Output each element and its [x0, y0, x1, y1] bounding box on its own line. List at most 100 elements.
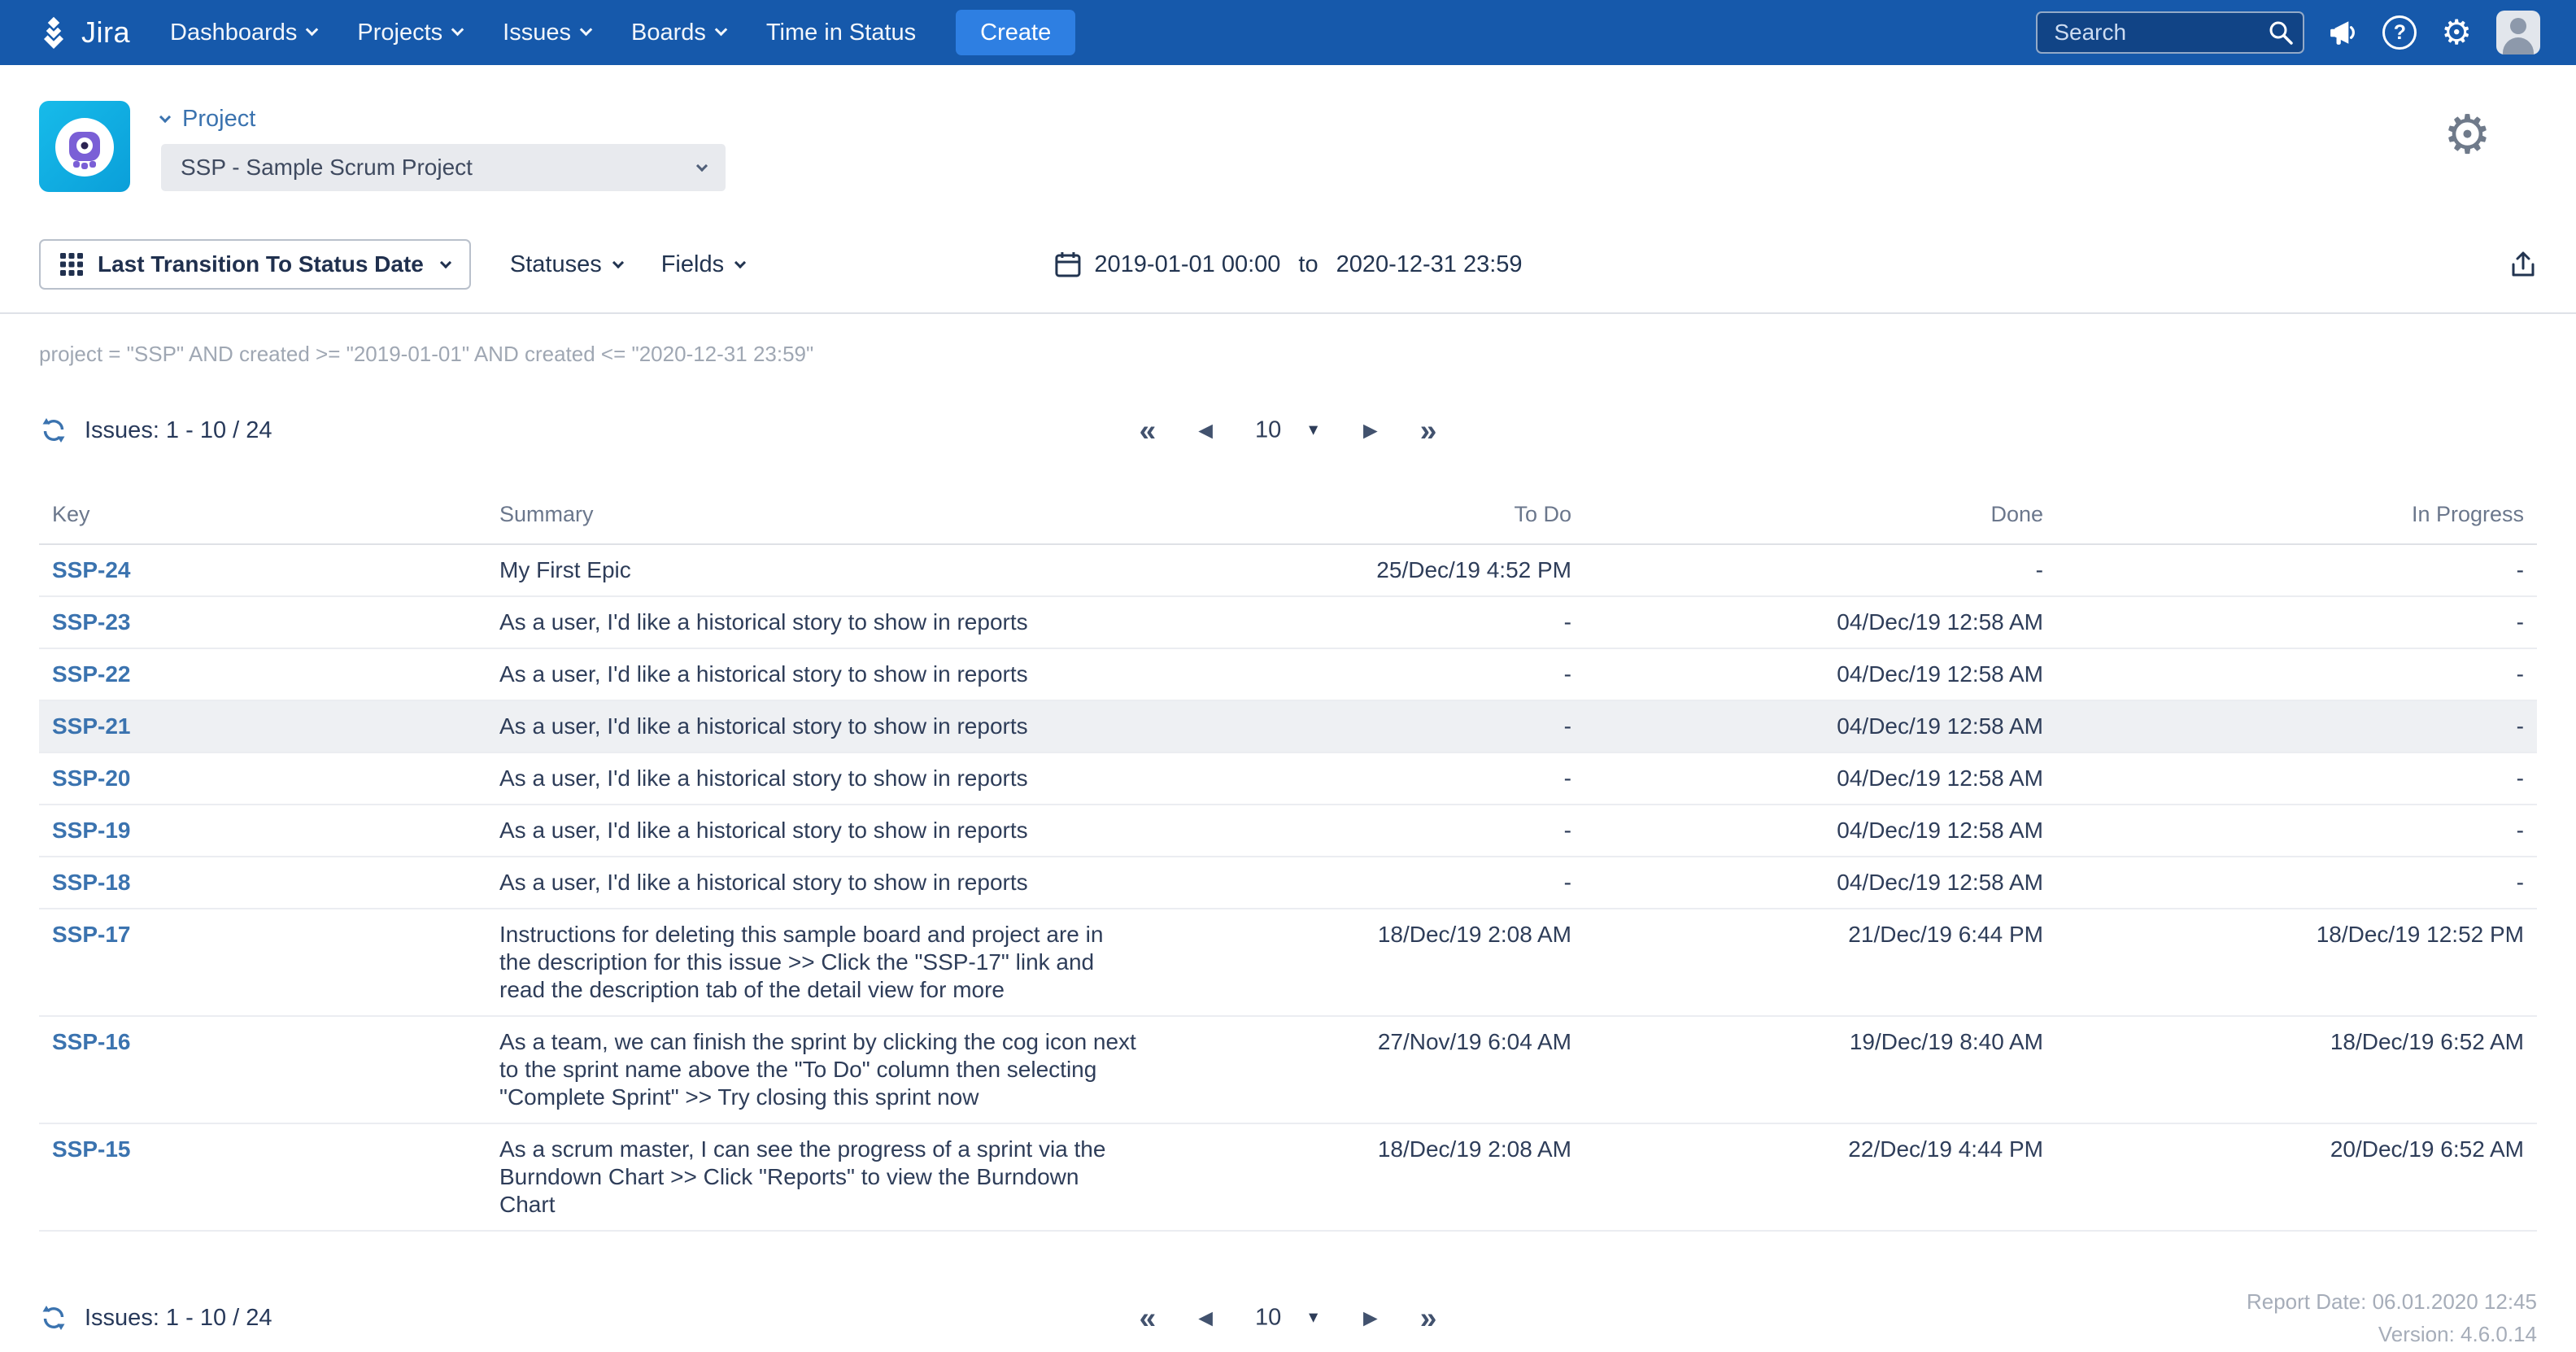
page-size-value: 10 [1255, 417, 1281, 444]
search-input[interactable] [2036, 11, 2304, 54]
page-first-button[interactable]: « [1140, 1303, 1157, 1333]
col-header-todo[interactable]: To Do [1153, 486, 1584, 544]
nav-item-projects[interactable]: Projects [337, 0, 482, 65]
issues-tbody: SSP-24 My First Epic 25/Dec/19 4:52 PM -… [39, 544, 2537, 1231]
user-avatar[interactable] [2496, 11, 2540, 55]
page-prev-button[interactable]: ◀ [1198, 421, 1213, 440]
inprogress-cell: - [2056, 648, 2537, 700]
page-next-button[interactable]: ▶ [1363, 1309, 1378, 1328]
search-icon[interactable] [2267, 19, 2295, 50]
issue-key-link[interactable]: SSP-21 [52, 713, 131, 739]
toolbar: Last Transition To Status Date Statuses … [0, 239, 2576, 314]
done-cell: 21/Dec/19 6:44 PM [1584, 909, 2056, 1016]
settings-gear-icon[interactable]: ⚙ [2441, 15, 2472, 50]
table-row: SSP-21 As a user, I'd like a historical … [39, 700, 2537, 752]
table-header-row: Key Summary To Do Done In Progress [39, 486, 2537, 544]
project-header: Project SSP - Sample Scrum Project ⚙ [0, 65, 2576, 212]
export-icon[interactable] [2508, 250, 2537, 279]
grid-icon [60, 253, 83, 276]
nav-item-label: Time in Status [766, 20, 916, 46]
done-cell: 04/Dec/19 12:58 AM [1584, 857, 2056, 909]
page-last-button[interactable]: » [1420, 1303, 1437, 1333]
report-settings-gear-icon[interactable]: ⚙ [2443, 107, 2491, 161]
date-range-picker[interactable]: 2019-01-01 00:00 to 2020-12-31 23:59 [1053, 251, 1522, 278]
jira-logo-text: Jira [81, 15, 130, 50]
chevron-down-icon [451, 24, 464, 37]
refresh-icon[interactable] [39, 416, 68, 445]
issue-key-link[interactable]: SSP-24 [52, 557, 131, 582]
project-select-value: SSP - Sample Scrum Project [181, 155, 473, 181]
page-size-select[interactable]: 10 ▼ [1255, 417, 1321, 444]
chevron-down-icon [734, 256, 746, 268]
fields-dropdown[interactable]: Fields [661, 251, 744, 278]
issues-count-group: Issues: 1 - 10 / 24 [39, 416, 272, 445]
nav-item-issues[interactable]: Issues [482, 0, 611, 65]
done-cell: 04/Dec/19 12:58 AM [1584, 596, 2056, 648]
report-type-label: Last Transition To Status Date [98, 251, 424, 277]
report-meta: Report Date: 06.01.2020 12:45 Version: 4… [2247, 1285, 2537, 1350]
jira-logo[interactable]: Jira [36, 15, 130, 50]
page-prev-button[interactable]: ◀ [1198, 1309, 1213, 1328]
todo-cell: - [1153, 648, 1584, 700]
done-cell: 04/Dec/19 12:58 AM [1584, 648, 2056, 700]
issue-key-link[interactable]: SSP-16 [52, 1029, 131, 1054]
nav-item-label: Dashboards [170, 20, 297, 46]
issue-key-link[interactable]: SSP-20 [52, 765, 131, 791]
project-selector-group: Project SSP - Sample Scrum Project [161, 106, 726, 192]
page-next-button[interactable]: ▶ [1363, 421, 1378, 440]
summary-cell: As a user, I'd like a historical story t… [486, 648, 1153, 700]
project-section-toggle[interactable]: Project [161, 106, 255, 133]
fields-label: Fields [661, 251, 724, 278]
issues-count-label: Issues: 1 - 10 / 24 [85, 417, 272, 444]
done-cell: 04/Dec/19 12:58 AM [1584, 752, 2056, 805]
issue-key-link[interactable]: SSP-19 [52, 818, 131, 843]
col-header-done[interactable]: Done [1584, 486, 2056, 544]
report-type-button[interactable]: Last Transition To Status Date [39, 239, 471, 290]
done-cell: 19/Dec/19 8:40 AM [1584, 1016, 2056, 1123]
issue-key-link[interactable]: SSP-15 [52, 1136, 131, 1162]
inprogress-cell: 18/Dec/19 6:52 AM [2056, 1016, 2537, 1123]
inprogress-cell: - [2056, 805, 2537, 857]
summary-cell: As a user, I'd like a historical story t… [486, 857, 1153, 909]
jira-logo-icon [36, 15, 72, 50]
page-first-button[interactable]: « [1140, 416, 1157, 446]
nav-item-dashboards[interactable]: Dashboards [150, 0, 337, 65]
top-nav: Jira Dashboards Projects Issues Boards T… [0, 0, 2576, 65]
create-button[interactable]: Create [956, 10, 1075, 55]
table-row: SSP-15 As a scrum master, I can see the … [39, 1123, 2537, 1231]
col-header-key[interactable]: Key [39, 486, 486, 544]
summary-cell: As a user, I'd like a historical story t… [486, 752, 1153, 805]
chevron-down-icon [696, 160, 708, 172]
chevron-down-icon [580, 24, 593, 37]
jql-query-text: project = "SSP" AND created >= "2019-01-… [39, 342, 2537, 367]
nav-item-label: Issues [503, 20, 571, 46]
issue-key-link[interactable]: SSP-23 [52, 609, 131, 635]
summary-cell: As a user, I'd like a historical story t… [486, 805, 1153, 857]
issues-count-group: Issues: 1 - 10 / 24 [39, 1303, 272, 1332]
inprogress-cell: - [2056, 544, 2537, 596]
done-cell: 22/Dec/19 4:44 PM [1584, 1123, 2056, 1231]
issue-key-link[interactable]: SSP-22 [52, 661, 131, 687]
help-icon[interactable]: ? [2382, 15, 2417, 50]
nav-right: ? ⚙ [2036, 11, 2540, 55]
project-select[interactable]: SSP - Sample Scrum Project [161, 144, 726, 191]
col-header-summary[interactable]: Summary [486, 486, 1153, 544]
chevron-down-icon [715, 24, 728, 37]
todo-cell: 18/Dec/19 2:08 AM [1153, 909, 1584, 1016]
col-header-inprogress[interactable]: In Progress [2056, 486, 2537, 544]
nav-item-time-in-status[interactable]: Time in Status [746, 0, 936, 65]
todo-cell: 25/Dec/19 4:52 PM [1153, 544, 1584, 596]
table-row: SSP-23 As a user, I'd like a historical … [39, 596, 2537, 648]
issue-key-link[interactable]: SSP-17 [52, 922, 131, 947]
page-size-select[interactable]: 10 ▼ [1255, 1305, 1321, 1332]
refresh-icon[interactable] [39, 1303, 68, 1332]
page-last-button[interactable]: » [1420, 416, 1437, 446]
issue-key-link[interactable]: SSP-18 [52, 870, 131, 895]
nav-item-boards[interactable]: Boards [611, 0, 746, 65]
table-row: SSP-22 As a user, I'd like a historical … [39, 648, 2537, 700]
todo-cell: - [1153, 700, 1584, 752]
announcements-megaphone-icon[interactable] [2329, 18, 2358, 47]
table-row: SSP-24 My First Epic 25/Dec/19 4:52 PM -… [39, 544, 2537, 596]
statuses-label: Statuses [510, 251, 602, 278]
statuses-dropdown[interactable]: Statuses [510, 251, 622, 278]
